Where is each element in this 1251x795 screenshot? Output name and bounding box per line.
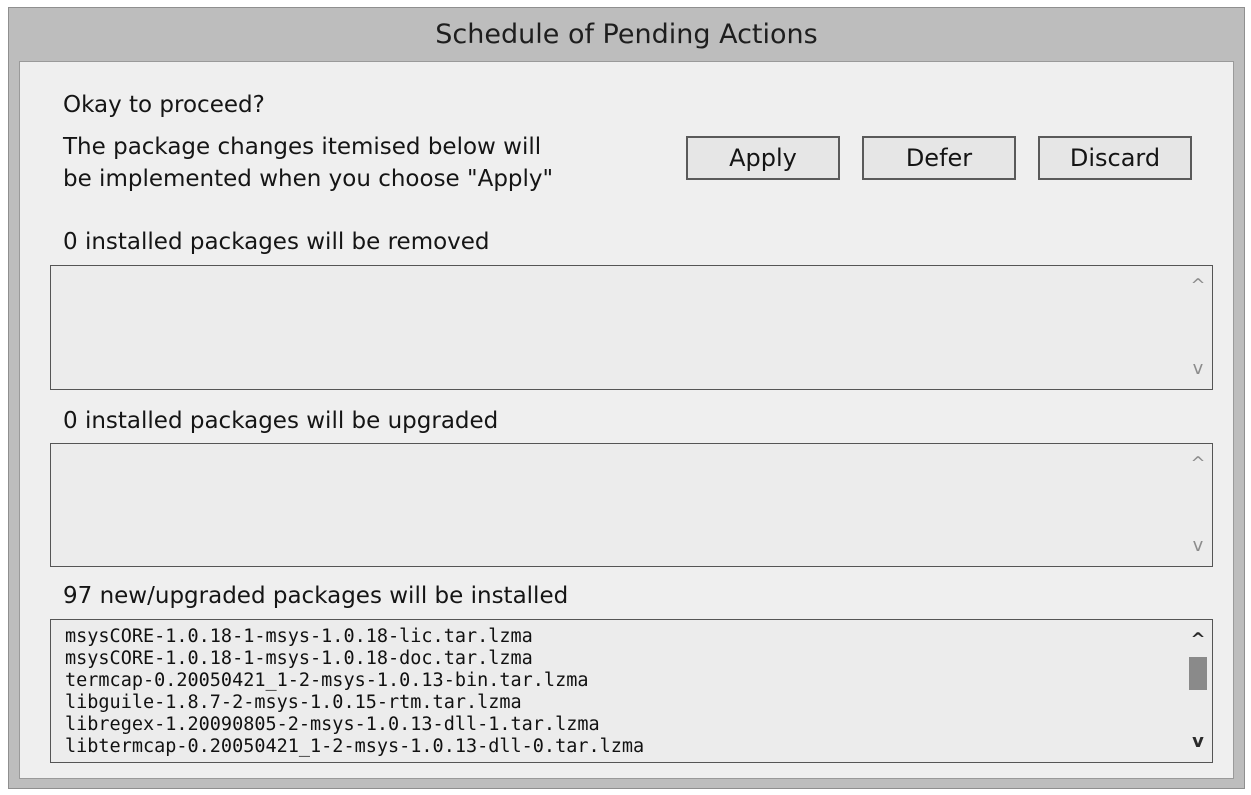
- list-item[interactable]: msysCORE-1.0.18-1-msys-1.0.18-doc.tar.lz…: [65, 648, 644, 670]
- scrollbar-thumb[interactable]: [1189, 657, 1207, 690]
- scroll-down-icon[interactable]: v: [1184, 732, 1212, 752]
- upgraded-list-scrollbar[interactable]: ^ v: [1184, 444, 1212, 566]
- installed-section-label: 97 new/upgraded packages will be install…: [63, 583, 569, 609]
- pending-actions-dialog: Schedule of Pending Actions Okay to proc…: [8, 7, 1245, 789]
- installed-packages-list[interactable]: msysCORE-1.0.18-1-msys-1.0.18-lic.tar.lz…: [50, 619, 1213, 763]
- prompt-heading: Okay to proceed?: [63, 92, 265, 118]
- list-item[interactable]: libregex-1.20090805-2-msys-1.0.13-dll-1.…: [65, 714, 644, 736]
- scroll-down-icon[interactable]: v: [1184, 359, 1212, 379]
- scroll-down-icon[interactable]: v: [1184, 536, 1212, 556]
- window-title: Schedule of Pending Actions: [435, 18, 818, 50]
- discard-button[interactable]: Discard: [1038, 136, 1192, 180]
- list-item[interactable]: libtermcap-0.20050421_1-2-msys-1.0.13-dl…: [65, 736, 644, 758]
- prompt-message: The package changes itemised below will …: [63, 134, 554, 192]
- removed-packages-list[interactable]: ^ v: [50, 265, 1213, 390]
- upgraded-section-label: 0 installed packages will be upgraded: [63, 408, 499, 434]
- dialog-body: Okay to proceed? The package changes ite…: [19, 61, 1234, 779]
- scroll-up-icon[interactable]: ^: [1184, 630, 1212, 650]
- installed-packages-items: msysCORE-1.0.18-1-msys-1.0.18-lic.tar.lz…: [65, 626, 644, 758]
- scroll-up-icon[interactable]: ^: [1184, 454, 1212, 474]
- installed-list-scrollbar[interactable]: ^ v: [1184, 620, 1212, 762]
- upgraded-packages-list[interactable]: ^ v: [50, 443, 1213, 567]
- removed-list-scrollbar[interactable]: ^ v: [1184, 266, 1212, 389]
- list-item[interactable]: termcap-0.20050421_1-2-msys-1.0.13-bin.t…: [65, 670, 644, 692]
- apply-button[interactable]: Apply: [686, 136, 840, 180]
- list-item[interactable]: libguile-1.8.7-2-msys-1.0.15-rtm.tar.lzm…: [65, 692, 644, 714]
- scroll-up-icon[interactable]: ^: [1184, 276, 1212, 296]
- removed-section-label: 0 installed packages will be removed: [63, 229, 490, 255]
- list-item[interactable]: msysCORE-1.0.18-1-msys-1.0.18-lic.tar.lz…: [65, 626, 644, 648]
- defer-button[interactable]: Defer: [862, 136, 1016, 180]
